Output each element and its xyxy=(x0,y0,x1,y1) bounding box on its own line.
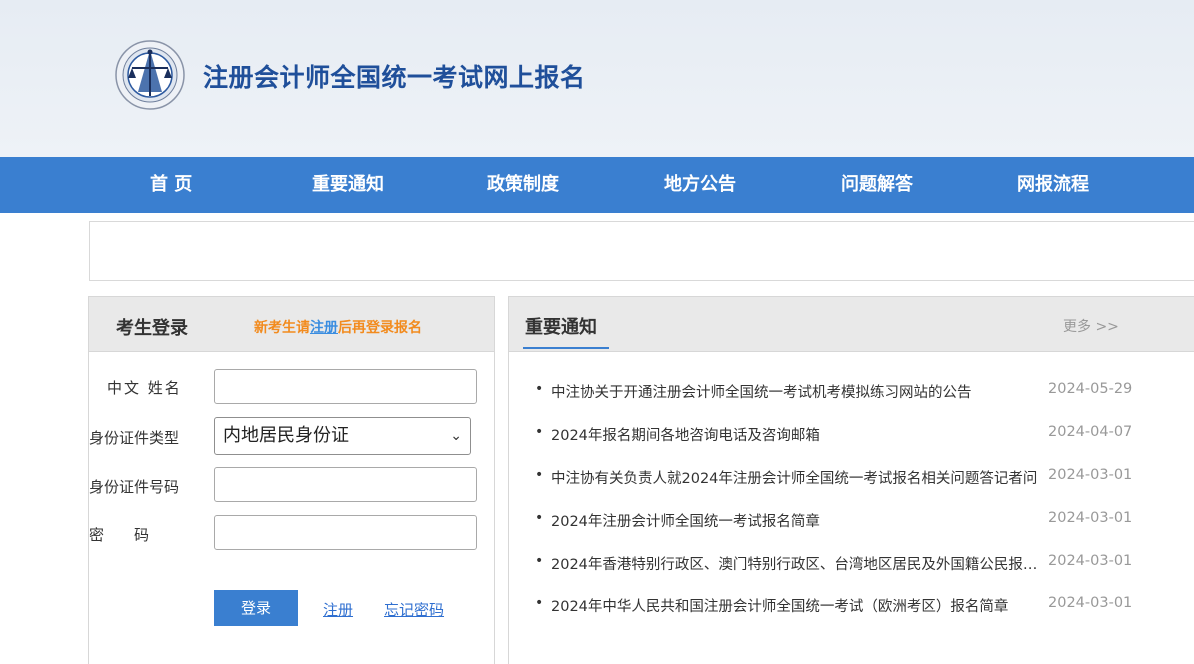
notice-date: 2024-03-01 xyxy=(1048,553,1133,569)
bullet-icon: • xyxy=(535,510,544,526)
register-hint-suffix: 后再登录报名 xyxy=(338,320,422,336)
cicpa-scales-logo-icon[interactable] xyxy=(108,38,192,112)
more-notices-link[interactable]: 更多 >> xyxy=(1063,316,1119,336)
forgot-password-link[interactable]: 忘记密码 xyxy=(384,599,444,620)
password-label: 密 码 xyxy=(89,526,150,544)
notice-date: 2024-03-01 xyxy=(1048,510,1133,526)
main-nav: 首 页 重要通知 政策制度 地方公告 问题解答 网报流程 xyxy=(0,157,1194,213)
notice-text: 2024年香港特别行政区、澳门特别行政区、台湾地区居民及外国籍公民报名须知 xyxy=(551,557,1041,573)
name-label: 中文 姓名 xyxy=(107,379,182,397)
nav-registration-process[interactable]: 网报流程 xyxy=(1017,157,1089,213)
login-title: 考生登录 xyxy=(116,318,188,339)
password-input[interactable] xyxy=(214,515,477,550)
bullet-icon: • xyxy=(535,467,544,483)
notice-date: 2024-04-07 xyxy=(1048,424,1133,440)
notice-date: 2024-03-01 xyxy=(1048,467,1133,483)
nav-home[interactable]: 首 页 xyxy=(150,157,192,213)
notice-title: 重要通知 xyxy=(525,317,597,338)
header: 注册会计师全国统一考试网上报名 xyxy=(0,0,1194,157)
bullet-icon: • xyxy=(535,424,544,440)
notice-item[interactable]: • 2024年香港特别行政区、澳门特别行政区、台湾地区居民及外国籍公民报名须知 … xyxy=(535,553,1185,575)
register-hint: 新考生请注册后再登录报名 xyxy=(254,317,422,337)
notice-panel: 重要通知 更多 >> • 中注协关于开通注册会计师全国统一考试机考模拟练习网站的… xyxy=(508,296,1194,664)
login-panel-header: 考生登录 新考生请注册后再登录报名 xyxy=(89,297,494,352)
register-hint-link[interactable]: 注册 xyxy=(310,320,338,336)
notice-text: 中注协关于开通注册会计师全国统一考试机考模拟练习网站的公告 xyxy=(551,385,972,401)
login-button[interactable]: 登录 xyxy=(214,590,298,626)
notice-text: 2024年报名期间各地咨询电话及咨询邮箱 xyxy=(551,428,820,444)
notice-date: 2024-03-01 xyxy=(1048,595,1133,611)
id-number-label: 身份证件号码 xyxy=(89,478,180,496)
notice-panel-header: 重要通知 更多 >> xyxy=(509,297,1194,352)
notice-title-underline xyxy=(523,347,609,349)
chevron-down-icon: ⌄ xyxy=(450,428,462,444)
bullet-icon: • xyxy=(535,553,544,569)
notice-item[interactable]: • 2024年中华人民共和国注册会计师全国统一考试（欧洲考区）报名简章 2024… xyxy=(535,595,1185,617)
notice-item[interactable]: • 中注协关于开通注册会计师全国统一考试机考模拟练习网站的公告 2024-05-… xyxy=(535,381,1185,403)
notice-text: 中注协有关负责人就2024年注册会计师全国统一考试报名相关问题答记者问 xyxy=(551,471,1038,487)
nav-faq[interactable]: 问题解答 xyxy=(841,157,913,213)
bullet-icon: • xyxy=(535,381,544,397)
bullet-icon: • xyxy=(535,595,544,611)
id-type-label: 身份证件类型 xyxy=(89,429,180,447)
id-type-value: 内地居民身份证 xyxy=(223,425,349,446)
nav-important-notices[interactable]: 重要通知 xyxy=(312,157,384,213)
nav-local-announcements[interactable]: 地方公告 xyxy=(664,157,736,213)
notice-item[interactable]: • 2024年报名期间各地咨询电话及咨询邮箱 2024-04-07 xyxy=(535,424,1185,446)
notice-item[interactable]: • 中注协有关负责人就2024年注册会计师全国统一考试报名相关问题答记者问 20… xyxy=(535,467,1185,489)
banner-area xyxy=(89,221,1194,281)
register-link[interactable]: 注册 xyxy=(323,599,353,620)
notice-date: 2024-05-29 xyxy=(1048,381,1133,397)
nav-policies[interactable]: 政策制度 xyxy=(487,157,559,213)
name-input[interactable] xyxy=(214,369,477,404)
login-panel: 考生登录 新考生请注册后再登录报名 中文 姓名 身份证件类型 内地居民身份证 ⌄… xyxy=(88,296,495,664)
id-number-input[interactable] xyxy=(214,467,477,502)
notice-text: 2024年注册会计师全国统一考试报名简章 xyxy=(551,514,820,530)
notice-item[interactable]: • 2024年注册会计师全国统一考试报名简章 2024-03-01 xyxy=(535,510,1185,532)
notice-text: 2024年中华人民共和国注册会计师全国统一考试（欧洲考区）报名简章 xyxy=(551,599,1009,615)
register-hint-prefix: 新考生请 xyxy=(254,320,310,336)
site-title: 注册会计师全国统一考试网上报名 xyxy=(203,63,586,92)
id-type-select[interactable]: 内地居民身份证 ⌄ xyxy=(214,417,471,455)
